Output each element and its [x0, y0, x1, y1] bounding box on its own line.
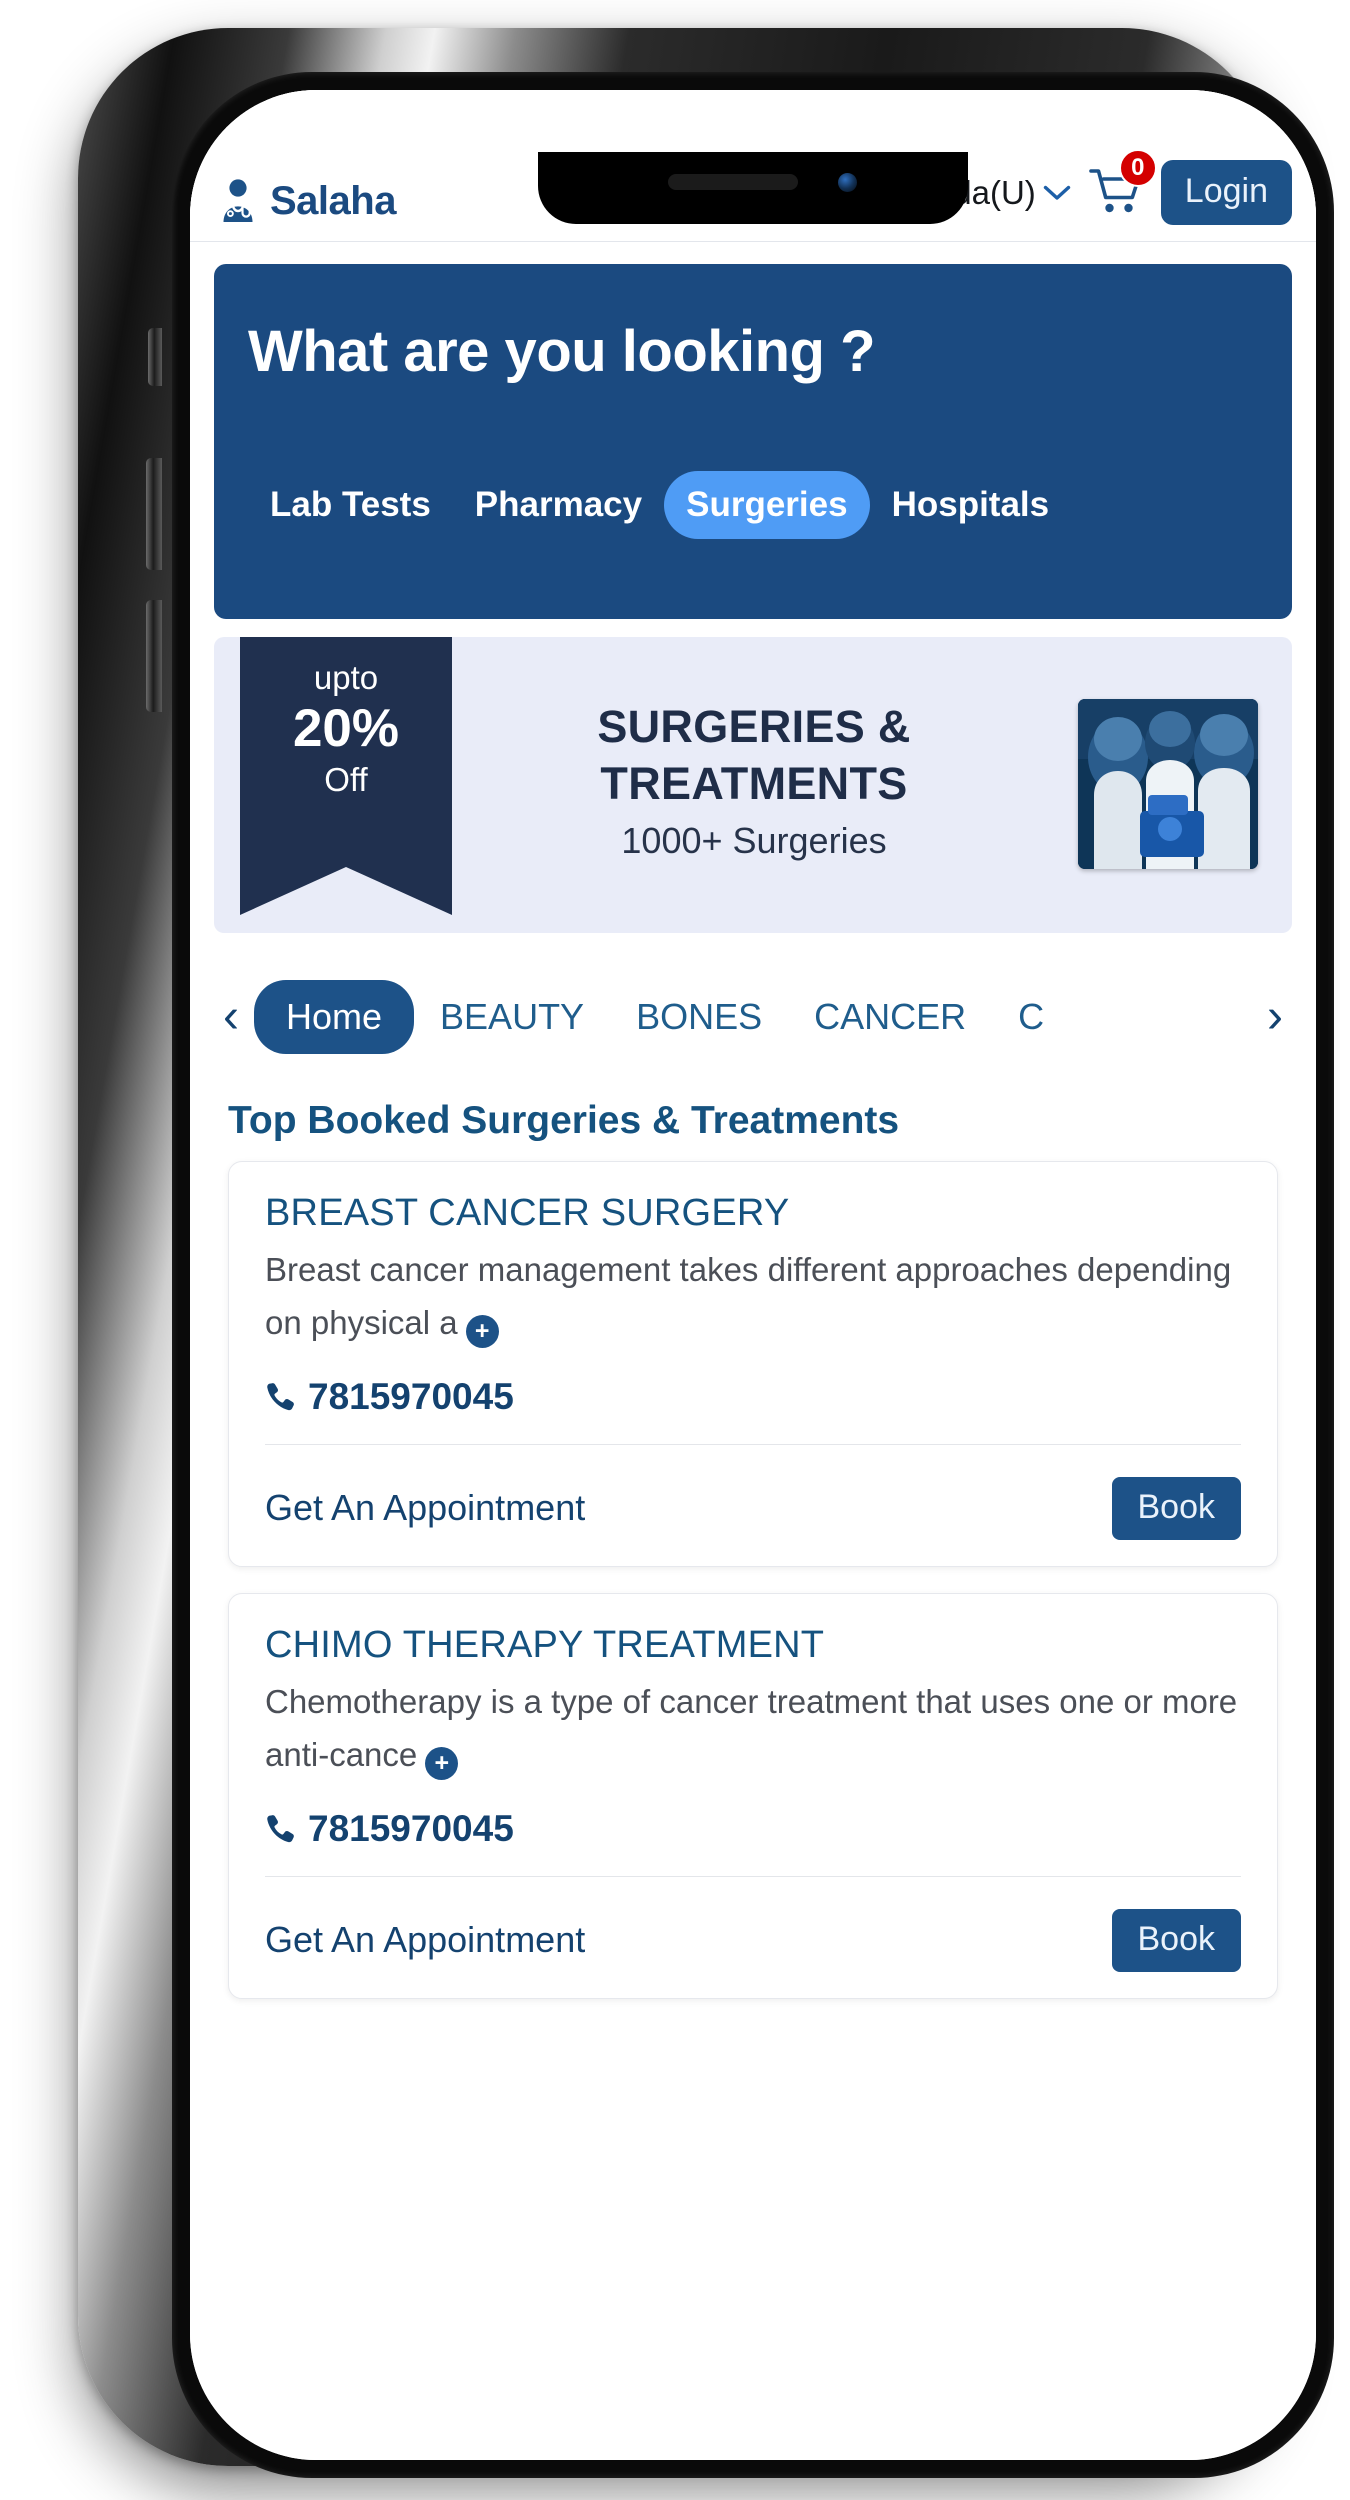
card-divider	[265, 1443, 1241, 1445]
card-footer: Get An Appointment Book	[265, 1908, 1241, 1972]
card-phone-number: 7815970045	[308, 1807, 514, 1849]
card-description: Chemotherapy is a type of cancer treatme…	[265, 1675, 1241, 1782]
login-button[interactable]: Login	[1160, 160, 1292, 225]
silent-switch-button[interactable]	[148, 328, 162, 386]
promo-heading-line1: SURGERIES &	[597, 701, 911, 752]
phone-icon	[267, 1383, 294, 1411]
hero-tab-lab-tests[interactable]: Lab Tests	[248, 471, 453, 539]
section-title: Top Booked Surgeries & Treatments	[228, 1099, 900, 1142]
phone-screen: Salaha Kakinada(U)	[190, 90, 1316, 2460]
card-title: BREAST CANCER SURGERY	[265, 1192, 790, 1234]
category-item-bones[interactable]: BONES	[610, 980, 788, 1054]
surgery-card[interactable]: BREAST CANCER SURGERY Breast cancer mana…	[228, 1161, 1278, 1567]
promo-surgery-photo	[1078, 699, 1258, 869]
category-item-partial[interactable]: C	[992, 980, 1070, 1054]
doctor-icon	[223, 179, 253, 222]
promo-subtext: 1000+ Surgeries	[621, 820, 887, 862]
plus-icon[interactable]: +	[425, 1747, 459, 1781]
hero-category-tabs: Lab Tests Pharmacy Surgeries Hospitals	[248, 471, 1258, 539]
appointment-label: Get An Appointment	[265, 1919, 586, 1961]
card-divider	[265, 1875, 1241, 1877]
category-item-home[interactable]: Home	[254, 980, 415, 1054]
book-button[interactable]: Book	[1111, 1476, 1241, 1540]
card-title: CHIMO THERAPY TREATMENT	[265, 1623, 825, 1666]
cart-button[interactable]: 0	[1088, 148, 1157, 219]
brand-logo[interactable]: Salaha	[214, 177, 396, 225]
card-phone-row[interactable]: 7815970045	[265, 1808, 1241, 1850]
cart-count-badge: 0	[1118, 148, 1157, 187]
hero-tab-surgeries[interactable]: Surgeries	[664, 471, 870, 539]
hero-banner: What are you looking ? Lab Tests Pharmac…	[214, 264, 1292, 619]
promo-heading-line2: TREATMENTS	[600, 757, 908, 809]
category-list: Home BEAUTY BONES CANCER C	[254, 980, 1252, 1054]
salaha-app-page: Salaha Kakinada(U)	[190, 90, 1316, 2460]
carousel-prev-arrow-icon[interactable]: ‹	[208, 993, 254, 1041]
brand-name: Salaha	[270, 178, 396, 223]
surgery-card[interactable]: CHIMO THERAPY TREATMENT Chemotherapy is …	[228, 1592, 1278, 1999]
phone-icon	[267, 1815, 294, 1843]
card-phone-number: 7815970045	[308, 1375, 514, 1417]
card-footer: Get An Appointment Book	[265, 1476, 1241, 1540]
hero-tab-hospitals[interactable]: Hospitals	[870, 471, 1072, 539]
hero-title: What are you looking ?	[248, 319, 876, 384]
carousel-next-arrow-icon[interactable]: ›	[1252, 993, 1298, 1041]
discount-upto-label: upto	[313, 659, 379, 696]
discount-ribbon: upto 20% Off	[240, 637, 452, 915]
chevron-down-icon	[1043, 185, 1070, 200]
discount-off-label: Off	[324, 761, 368, 799]
category-item-cancer[interactable]: CANCER	[788, 980, 992, 1054]
volume-down-button[interactable]	[146, 600, 162, 712]
card-description-text: Breast cancer management takes different…	[265, 1251, 1232, 1342]
card-description-text: Chemotherapy is a type of cancer treatme…	[265, 1682, 1238, 1774]
category-item-beauty[interactable]: BEAUTY	[414, 980, 610, 1054]
front-camera-icon	[838, 173, 857, 192]
card-phone-row[interactable]: 7815970045	[265, 1376, 1241, 1418]
discount-percent: 20%	[292, 698, 400, 758]
card-description: Breast cancer management takes different…	[265, 1243, 1241, 1350]
book-button[interactable]: Book	[1111, 1908, 1241, 1972]
volume-up-button[interactable]	[146, 458, 162, 570]
category-carousel: ‹ Home BEAUTY BONES CANCER C ›	[190, 969, 1316, 1065]
surgery-card-list: BREAST CANCER SURGERY Breast cancer mana…	[190, 1143, 1316, 1999]
promo-banner[interactable]: upto 20% Off SURGERIES & TREATMENTS 1000…	[214, 637, 1292, 933]
hero-tab-pharmacy[interactable]: Pharmacy	[453, 471, 664, 539]
promo-text-block: SURGERIES & TREATMENTS 1000+ Surgeries	[514, 699, 994, 862]
phone-mockup-frame: Salaha Kakinada(U)	[78, 28, 1334, 2478]
appointment-label: Get An Appointment	[265, 1487, 586, 1529]
earpiece-speaker	[668, 174, 798, 190]
plus-icon[interactable]: +	[465, 1315, 499, 1349]
promo-heading: SURGERIES & TREATMENTS	[514, 699, 994, 812]
phone-notch	[538, 152, 968, 224]
